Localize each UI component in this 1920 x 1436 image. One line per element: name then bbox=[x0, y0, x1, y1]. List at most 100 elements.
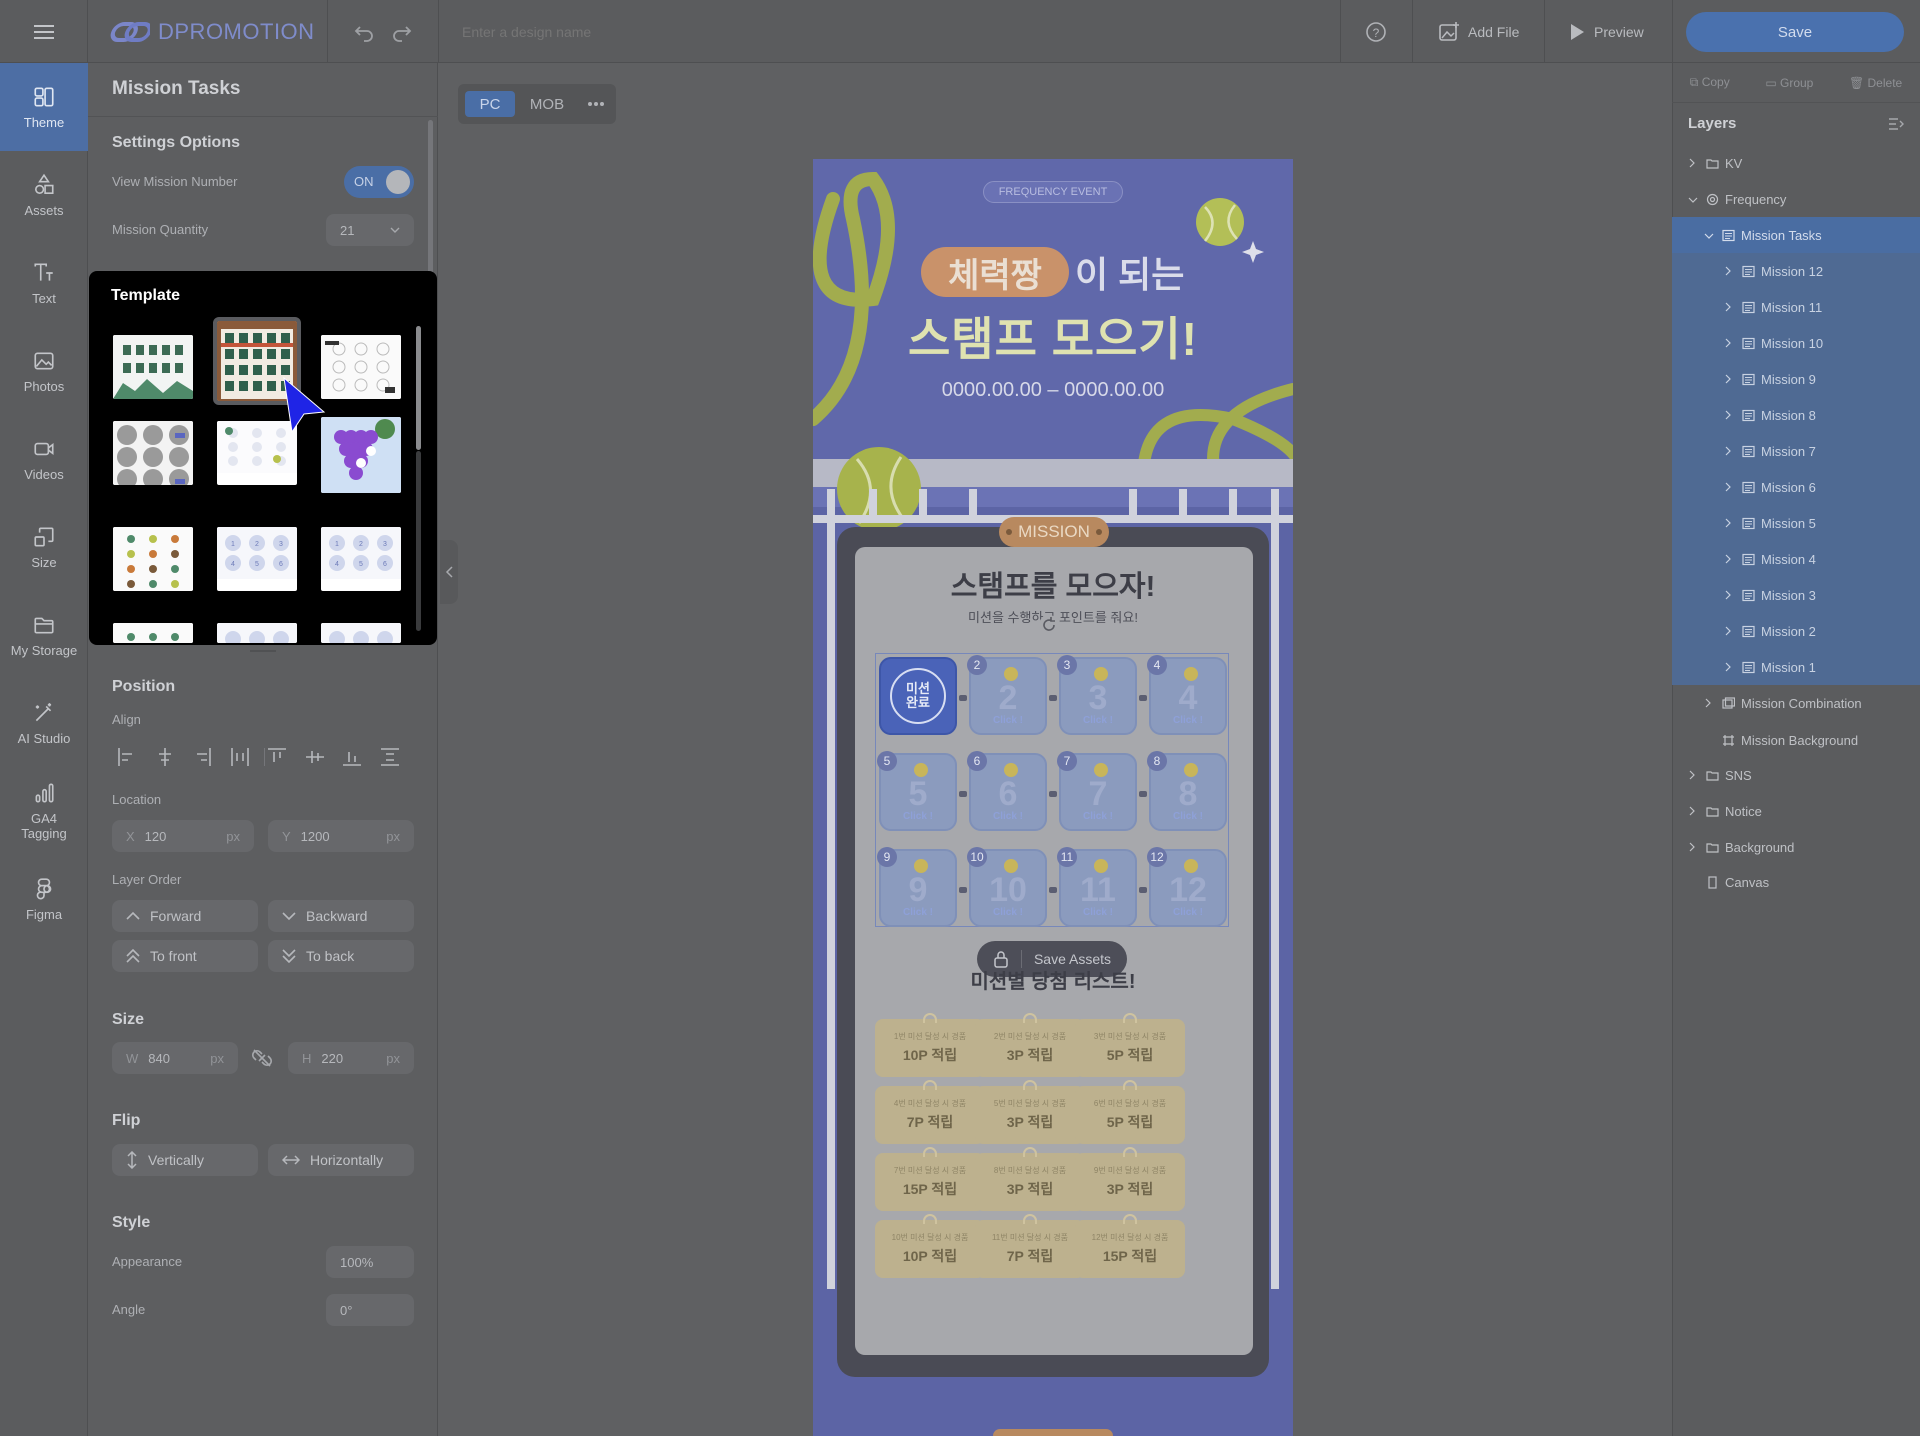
collapse-panel-button[interactable] bbox=[440, 540, 458, 604]
delete-button[interactable]: 🗑 Delete bbox=[1849, 76, 1902, 90]
align-button[interactable] bbox=[154, 746, 176, 768]
mission-tile[interactable]: 2 2 Click ! bbox=[967, 655, 1047, 735]
mission-tile[interactable]: 5 5 Click ! bbox=[877, 751, 957, 831]
chevron-right-icon[interactable] bbox=[1688, 156, 1700, 171]
chevron-right-icon[interactable] bbox=[1724, 264, 1736, 279]
layer-item-mission-11[interactable]: Mission 11 bbox=[1672, 289, 1920, 325]
chevron-right-icon[interactable] bbox=[1704, 696, 1716, 711]
mission-tile[interactable]: 9 9 Click ! bbox=[877, 847, 957, 927]
layer-item-mission-4[interactable]: Mission 4 bbox=[1672, 541, 1920, 577]
aspect-lock-button[interactable] bbox=[250, 1046, 274, 1070]
mission-tile[interactable]: 6 6 Click ! bbox=[967, 751, 1047, 831]
mission-quantity-select[interactable]: 21 bbox=[326, 214, 414, 246]
template-thumbnail[interactable] bbox=[113, 421, 193, 485]
align-button[interactable] bbox=[341, 746, 363, 768]
appearance-field[interactable]: 100% bbox=[326, 1246, 414, 1278]
mission-tile[interactable]: 11 11 Click ! bbox=[1057, 847, 1137, 927]
collapse-layers-button[interactable] bbox=[1888, 116, 1904, 132]
tab-mob[interactable]: MOB bbox=[522, 91, 572, 117]
tab-pc[interactable]: PC bbox=[465, 91, 515, 117]
template-thumbnail[interactable] bbox=[321, 623, 401, 643]
layer-item-mission-6[interactable]: Mission 6 bbox=[1672, 469, 1920, 505]
align-button[interactable] bbox=[379, 746, 401, 768]
template-thumbnail[interactable] bbox=[113, 335, 193, 399]
mission-tile[interactable]: 3 3 Click ! bbox=[1057, 655, 1137, 735]
rail-item-figma[interactable]: Figma bbox=[0, 855, 88, 943]
flip-vertically-button[interactable]: Vertically bbox=[112, 1144, 258, 1176]
to-front-button[interactable]: To front bbox=[112, 940, 258, 972]
mission-tile[interactable]: 12 12 Click ! bbox=[1147, 847, 1227, 927]
layer-item-mission-8[interactable]: Mission 8 bbox=[1672, 397, 1920, 433]
layer-item-mission-5[interactable]: Mission 5 bbox=[1672, 505, 1920, 541]
align-button[interactable] bbox=[266, 746, 288, 768]
preview-button[interactable]: Preview bbox=[1568, 20, 1644, 44]
template-scrollbar[interactable] bbox=[416, 326, 421, 450]
layer-item-mission-12[interactable]: Mission 12 bbox=[1672, 253, 1920, 289]
align-button[interactable] bbox=[229, 746, 251, 768]
more-options-button[interactable] bbox=[584, 94, 608, 114]
rotate-handle[interactable] bbox=[1039, 615, 1059, 635]
to-back-button[interactable]: To back bbox=[268, 940, 414, 972]
rail-item-my-storage[interactable]: My Storage bbox=[0, 591, 88, 679]
view-mission-number-toggle[interactable]: ON bbox=[344, 166, 414, 198]
add-file-button[interactable]: Add File bbox=[1438, 20, 1519, 44]
layer-item-mission-1[interactable]: Mission 1 bbox=[1672, 649, 1920, 685]
rail-item-ai-studio[interactable]: AI Studio bbox=[0, 679, 88, 767]
redo-button[interactable] bbox=[390, 20, 414, 44]
chevron-right-icon[interactable] bbox=[1724, 588, 1736, 603]
layer-item-mission-9[interactable]: Mission 9 bbox=[1672, 361, 1920, 397]
height-field[interactable]: H 220 px bbox=[288, 1042, 414, 1074]
layer-item-kv[interactable]: KV bbox=[1672, 145, 1920, 181]
layer-item-mission-combination[interactable]: Mission Combination bbox=[1672, 685, 1920, 721]
rail-item-size[interactable]: Size bbox=[0, 503, 88, 591]
template-thumbnail[interactable]: 1 2 3 4 5 6 bbox=[217, 527, 297, 591]
copy-button[interactable]: ⧉ Copy bbox=[1690, 75, 1730, 90]
mission-tile-complete[interactable]: 미션 완료 bbox=[879, 657, 957, 735]
design-canvas[interactable]: FREQUENCY EVENT 체력짱 이 되는 스탬프 모으기! 0000.0… bbox=[813, 159, 1293, 1436]
align-button[interactable] bbox=[116, 746, 138, 768]
backward-button[interactable]: Backward bbox=[268, 900, 414, 932]
layer-item-frequency[interactable]: Frequency bbox=[1672, 181, 1920, 217]
template-thumbnail[interactable]: 1 2 3 4 5 6 bbox=[321, 527, 401, 591]
layer-item-mission-2[interactable]: Mission 2 bbox=[1672, 613, 1920, 649]
chevron-down-icon[interactable] bbox=[1704, 228, 1716, 243]
forward-button[interactable]: Forward bbox=[112, 900, 258, 932]
layer-item-mission-background[interactable]: Mission Background bbox=[1672, 722, 1920, 758]
layer-item-mission-3[interactable]: Mission 3 bbox=[1672, 577, 1920, 613]
rail-item-text[interactable]: Text bbox=[0, 239, 88, 327]
chevron-right-icon[interactable] bbox=[1688, 768, 1700, 783]
chevron-right-icon[interactable] bbox=[1688, 804, 1700, 819]
chevron-right-icon[interactable] bbox=[1724, 516, 1736, 531]
chevron-right-icon[interactable] bbox=[1724, 408, 1736, 423]
chevron-right-icon[interactable] bbox=[1724, 660, 1736, 675]
chevron-right-icon[interactable] bbox=[1724, 444, 1736, 459]
chevron-right-icon[interactable] bbox=[1724, 624, 1736, 639]
layer-item-mission-7[interactable]: Mission 7 bbox=[1672, 433, 1920, 469]
design-name-input[interactable] bbox=[462, 18, 962, 46]
rail-item-assets[interactable]: Assets bbox=[0, 151, 88, 239]
template-thumbnail[interactable] bbox=[113, 623, 193, 643]
chevron-right-icon[interactable] bbox=[1688, 840, 1700, 855]
layer-item-canvas[interactable]: Canvas bbox=[1672, 864, 1920, 900]
align-button[interactable] bbox=[304, 746, 326, 768]
rail-item-theme[interactable]: Theme bbox=[0, 63, 88, 151]
mission-tile[interactable]: 10 10 Click ! bbox=[967, 847, 1047, 927]
mission-tile[interactable]: 8 8 Click ! bbox=[1147, 751, 1227, 831]
layer-item-sns[interactable]: SNS bbox=[1672, 757, 1920, 793]
chevron-right-icon[interactable] bbox=[1724, 552, 1736, 567]
mission-tile[interactable]: 4 4 Click ! bbox=[1147, 655, 1227, 735]
group-button[interactable]: ▭ Group bbox=[1765, 76, 1813, 90]
layer-item-mission-10[interactable]: Mission 10 bbox=[1672, 325, 1920, 361]
save-button[interactable]: Save bbox=[1686, 12, 1904, 52]
help-button[interactable]: ? bbox=[1364, 20, 1388, 44]
y-field[interactable]: Y 1200 px bbox=[268, 820, 414, 852]
chevron-right-icon[interactable] bbox=[1724, 336, 1736, 351]
layer-item-notice[interactable]: Notice bbox=[1672, 793, 1920, 829]
rail-item-photos[interactable]: Photos bbox=[0, 327, 88, 415]
chevron-right-icon[interactable] bbox=[1724, 300, 1736, 315]
undo-button[interactable] bbox=[352, 20, 376, 44]
chevron-down-icon[interactable] bbox=[1688, 192, 1700, 207]
rail-item-videos[interactable]: Videos bbox=[0, 415, 88, 503]
chevron-right-icon[interactable] bbox=[1724, 480, 1736, 495]
template-thumbnail[interactable] bbox=[321, 417, 401, 493]
